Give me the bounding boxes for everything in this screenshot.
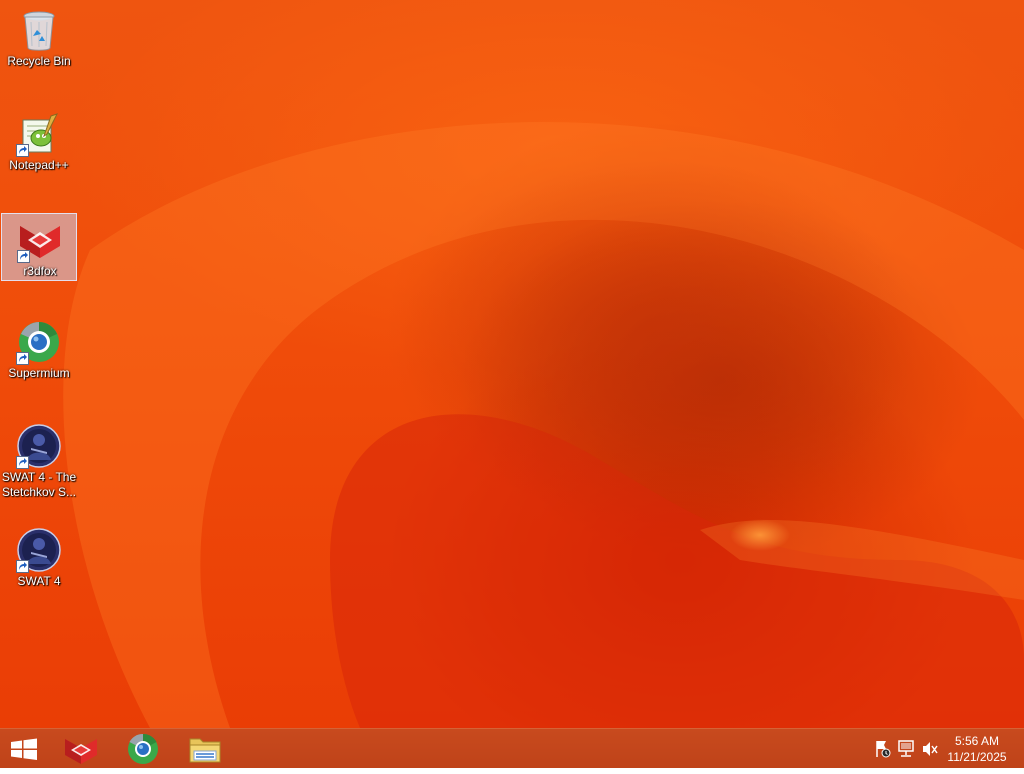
wallpaper <box>63 122 1024 728</box>
desktop-icon-swat4-stetchkov[interactable]: SWAT 4 - The Stetchkov S... <box>1 420 77 506</box>
tray-network[interactable] <box>896 729 916 769</box>
r3dfox-icon <box>65 739 97 764</box>
desktop-icon-label: SWAT 4 <box>17 574 61 588</box>
recycle-bin-icon <box>23 11 55 51</box>
clock-date: 11/21/2025 <box>947 750 1007 764</box>
desktop-icon-label: Recycle Bin <box>7 54 71 68</box>
taskbar-file-explorer[interactable] <box>180 729 230 769</box>
desktop-icon-notepadpp[interactable]: Notepad++ <box>1 108 77 176</box>
network-icon <box>898 740 914 757</box>
shortcut-arrow-icon <box>16 144 29 157</box>
start-button[interactable] <box>0 729 48 769</box>
shortcut-arrow-icon <box>16 352 29 365</box>
desktop-icon-label: SWAT 4 - The Stetchkov S... <box>1 470 77 499</box>
desktop-icon-supermium[interactable]: Supermium <box>1 316 77 384</box>
desktop-icon-swat4[interactable]: SWAT 4 <box>1 524 77 592</box>
tray-action-center[interactable] <box>872 729 892 769</box>
file-explorer-icon <box>189 738 221 763</box>
desktop-icon-recycle-bin[interactable]: Recycle Bin <box>1 4 77 72</box>
desktop-icon-label: r3dfox <box>23 264 57 278</box>
action-center-flag-icon <box>876 741 891 758</box>
shortcut-arrow-icon <box>16 456 29 469</box>
taskbar-supermium[interactable] <box>118 729 168 769</box>
taskbar-r3dfox[interactable] <box>56 729 106 769</box>
volume-muted-icon <box>923 742 938 756</box>
desktop-icon-label: Notepad++ <box>9 158 69 172</box>
desktop-icon-r3dfox[interactable]: r3dfox <box>1 213 77 281</box>
desktop-icon-label: Supermium <box>8 366 70 380</box>
tray-volume[interactable] <box>920 729 940 769</box>
shortcut-arrow-icon <box>17 250 30 263</box>
clock-time: 5:56 AM <box>954 734 1000 748</box>
taskbar: 5:56 AM 11/21/2025 <box>0 728 1024 768</box>
windows-start-icon <box>11 738 37 760</box>
shortcut-arrow-icon <box>16 560 29 573</box>
taskbar-clock[interactable]: 5:56 AM 11/21/2025 <box>942 733 1012 765</box>
desktop: Recycle Bin Notepad++ r3dfox Supermium S… <box>0 0 1024 728</box>
supermium-icon <box>128 733 158 764</box>
